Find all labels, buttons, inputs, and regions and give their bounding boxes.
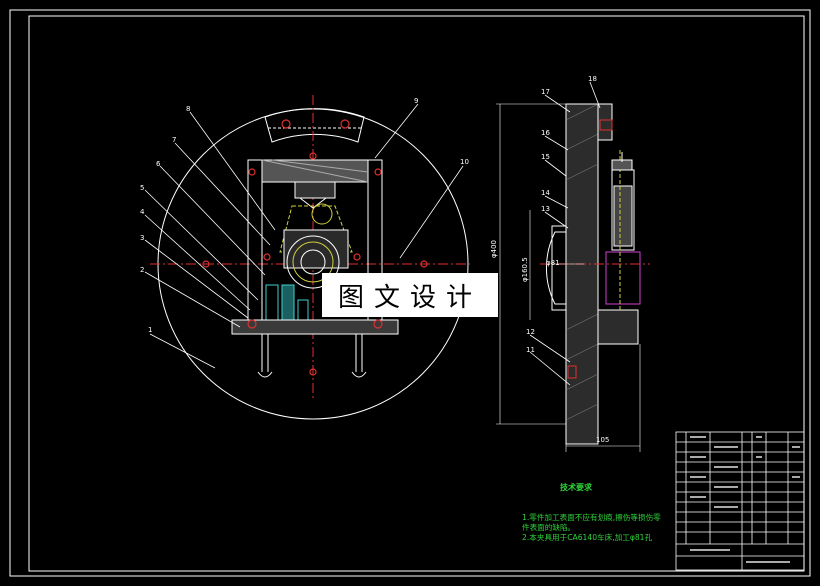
balloon-8: 8 — [186, 105, 191, 113]
balloon-1: 1 — [148, 326, 153, 334]
drawing-canvas: { "watermark": "图文设计", "notes": { "title… — [0, 0, 820, 586]
notes-line-2: 2.本夹具用于CA6140车床,加工φ81孔 — [522, 533, 653, 542]
balloon-17: 17 — [541, 88, 550, 96]
balloon-11: 11 — [526, 346, 535, 354]
balloon-2: 2 — [140, 266, 145, 274]
dim-dia-inner: φ160.5 — [521, 257, 529, 282]
balloon-14: 14 — [541, 189, 550, 197]
balloon-5: 5 — [140, 184, 145, 192]
side-view — [496, 81, 650, 452]
balloon-18: 18 — [588, 75, 597, 83]
dim-dia-small: φ81 — [546, 259, 560, 267]
balloon-6: 6 — [156, 160, 161, 168]
technical-notes: 技术要求 1.零件加工表面不应有划痕,擦伤等损伤零 件表面的缺陷。 2.本夹具用… — [522, 482, 661, 543]
balloon-3: 3 — [140, 234, 145, 242]
dim-width-bottom: 105 — [596, 436, 610, 444]
balloon-15: 15 — [541, 153, 550, 161]
base-plate — [231, 319, 399, 335]
watermark-label: 图文设计 — [322, 273, 498, 317]
balloon-7: 7 — [172, 136, 177, 144]
balloon-4: 4 — [140, 208, 145, 216]
side-workpiece — [605, 251, 641, 305]
side-body — [565, 103, 599, 445]
balloon-13: 13 — [541, 205, 550, 213]
title-block — [675, 431, 805, 571]
notes-title: 技术要求 — [560, 483, 592, 492]
notes-line-1b: 件表面的缺陷。 — [522, 523, 576, 532]
front-view — [144, 95, 470, 420]
dim-height-left: φ400 — [490, 240, 498, 258]
balloon-9: 9 — [414, 97, 419, 105]
balloon-16: 16 — [541, 129, 550, 137]
notes-line-1: 1.零件加工表面不应有划痕,擦伤等损伤零 — [522, 513, 661, 522]
balloon-12: 12 — [526, 328, 535, 336]
balloon-10: 10 — [460, 158, 469, 166]
